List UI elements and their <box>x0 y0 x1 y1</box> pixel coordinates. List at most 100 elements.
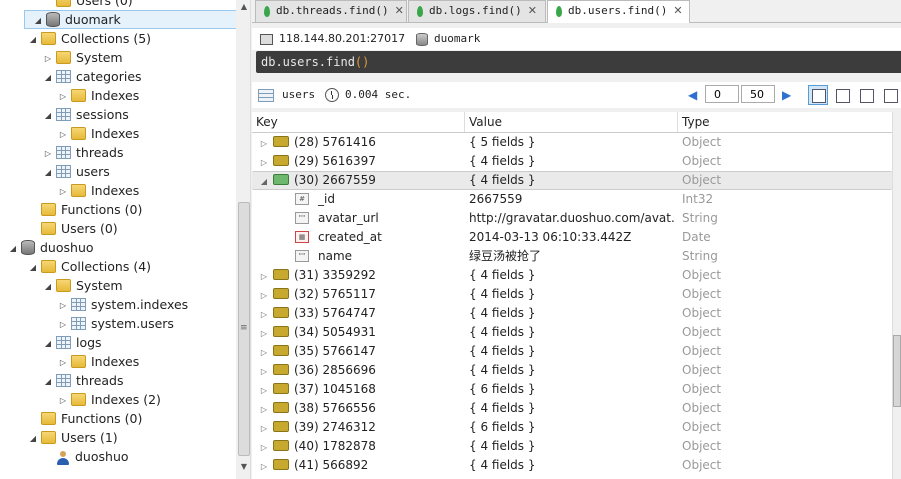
document-row[interactable]: ▷ (31) 3359292 { 4 fields } Object <box>252 266 892 285</box>
field-row[interactable]: "" name 绿豆汤被抢了 String <box>252 247 892 266</box>
document-row[interactable]: ▷ (35) 5766147 { 4 fields } Object <box>252 342 892 361</box>
expanded-arrow-icon[interactable]: ◢ <box>33 12 43 29</box>
skip-input[interactable] <box>705 85 739 103</box>
tree-item[interactable]: ▷ Indexes <box>0 352 236 372</box>
tree-item[interactable]: ◢ Collections (5) <box>0 29 236 49</box>
tree-item[interactable]: ◢ sessions <box>0 105 236 125</box>
document-row[interactable]: ▷ (40) 1782878 { 4 fields } Object <box>252 437 892 456</box>
collapsed-arrow-icon[interactable]: ▷ <box>259 305 269 324</box>
tree-item[interactable]: ▷ system.indexes <box>0 295 236 315</box>
collapsed-arrow-icon[interactable]: ▷ <box>58 87 68 106</box>
tab-logs-find[interactable]: db.logs.find() ✕ <box>408 0 546 22</box>
expanded-arrow-icon[interactable]: ◢ <box>43 106 53 125</box>
query-editor[interactable]: db.users.find() <box>256 51 901 73</box>
tree-item[interactable]: ▷ threads <box>0 143 236 163</box>
tree-item[interactable]: ◢ System <box>0 276 236 296</box>
tree-item[interactable]: ◢ categories <box>0 67 236 87</box>
collapsed-arrow-icon[interactable]: ▷ <box>58 391 68 410</box>
expanded-arrow-icon[interactable]: ◢ <box>43 372 53 391</box>
collapsed-arrow-icon[interactable]: ▷ <box>58 182 68 201</box>
document-row[interactable]: ▷ (41) 566892 { 4 fields } Object <box>252 456 892 475</box>
collapsed-arrow-icon[interactable]: ▷ <box>259 362 269 381</box>
expanded-arrow-icon[interactable]: ◢ <box>43 334 53 353</box>
document-row[interactable]: ▷ (34) 5054931 { 4 fields } Object <box>252 323 892 342</box>
tree-item[interactable]: ▷ system.users <box>0 314 236 334</box>
document-row[interactable]: ▷ (32) 5765117 { 4 fields } Object <box>252 285 892 304</box>
field-row[interactable]: "" avatar_url http://gravatar.duoshuo.com/… <box>252 209 892 228</box>
custom-view-button[interactable] <box>880 85 900 105</box>
scroll-down-arrow-icon[interactable]: ▼ <box>238 462 250 471</box>
collapsed-arrow-icon[interactable]: ▷ <box>58 125 68 144</box>
scroll-up-arrow-icon[interactable]: ▲ <box>238 2 250 11</box>
table-view-button[interactable] <box>832 85 852 105</box>
tree-view-button[interactable] <box>808 85 828 105</box>
close-icon[interactable]: ✕ <box>528 1 537 21</box>
field-row[interactable]: ▦ created_at 2014-03-13 06:10:33.442Z Date <box>252 228 892 247</box>
collapsed-arrow-icon[interactable]: ▷ <box>58 296 68 315</box>
collapsed-arrow-icon[interactable]: ▷ <box>58 353 68 372</box>
tree-item[interactable]: Users (0) <box>0 0 236 10</box>
collapsed-arrow-icon[interactable]: ▷ <box>43 144 53 163</box>
expanded-arrow-icon[interactable]: ◢ <box>259 173 269 190</box>
tree-item[interactable]: ◢ duomark <box>24 10 236 29</box>
collapsed-arrow-icon[interactable]: ▷ <box>259 381 269 400</box>
results-grid[interactable]: Key Value Type ▷ (28) 5761416 { 5 fields }… <box>252 112 892 479</box>
collapsed-arrow-icon[interactable]: ▷ <box>259 324 269 343</box>
tree-item[interactable]: ◢ users <box>0 162 236 182</box>
tab-threads-find[interactable]: db.threads.find() ✕ <box>255 0 407 22</box>
collapsed-arrow-icon[interactable]: ▷ <box>58 315 68 334</box>
expanded-arrow-icon[interactable]: ◢ <box>43 277 53 296</box>
close-icon[interactable]: ✕ <box>395 1 404 21</box>
tree-item[interactable]: ◢ Users (1) <box>0 428 236 448</box>
document-row[interactable]: ▷ (28) 5761416 { 5 fields } Object <box>252 133 892 152</box>
tree-item[interactable]: ▷ Indexes <box>0 86 236 106</box>
tree-item[interactable]: ◢ Collections (4) <box>0 257 236 277</box>
document-row[interactable]: ▷ (29) 5616397 { 4 fields } Object <box>252 152 892 171</box>
previous-page-icon[interactable]: ◀ <box>688 88 697 102</box>
grid-scrollbar-track[interactable] <box>892 112 901 479</box>
tab-users-find[interactable]: db.users.find() ✕ <box>547 0 690 23</box>
collapsed-arrow-icon[interactable]: ▷ <box>259 419 269 438</box>
collapsed-arrow-icon[interactable]: ▷ <box>259 267 269 286</box>
document-row[interactable]: ▷ (38) 5766556 { 4 fields } Object <box>252 399 892 418</box>
expanded-arrow-icon[interactable]: ◢ <box>28 30 38 49</box>
field-row[interactable]: # _id 2667559 Int32 <box>252 190 892 209</box>
collapsed-arrow-icon[interactable]: ▷ <box>259 153 269 172</box>
grid-scrollbar-thumb[interactable] <box>893 335 901 407</box>
document-row[interactable]: ▷ (36) 2856696 { 4 fields } Object <box>252 361 892 380</box>
limit-input[interactable] <box>741 85 775 103</box>
tree-item[interactable]: Functions (0) <box>0 200 236 219</box>
column-header-value[interactable]: Value <box>465 112 678 132</box>
document-row[interactable]: ▷ (33) 5764747 { 4 fields } Object <box>252 304 892 323</box>
collapsed-arrow-icon[interactable]: ▷ <box>259 457 269 476</box>
expanded-arrow-icon[interactable]: ◢ <box>43 163 53 182</box>
expanded-arrow-icon[interactable]: ◢ <box>8 239 18 258</box>
tree-item[interactable]: ◢ duoshuo <box>0 238 236 258</box>
close-icon[interactable]: ✕ <box>673 1 682 21</box>
tree-item[interactable]: ▷ Indexes <box>0 181 236 201</box>
collapsed-arrow-icon[interactable]: ▷ <box>43 49 53 68</box>
expanded-arrow-icon[interactable]: ◢ <box>28 258 38 277</box>
tree-item[interactable]: ▷ Indexes (2) <box>0 390 236 410</box>
document-row[interactable]: ▷ (37) 1045168 { 6 fields } Object <box>252 380 892 399</box>
tree-item[interactable]: Functions (0) <box>0 409 236 428</box>
column-header-key[interactable]: Key <box>252 112 465 132</box>
tree-item[interactable]: duoshuo <box>0 447 236 466</box>
collapsed-arrow-icon[interactable]: ▷ <box>259 343 269 362</box>
tree-item[interactable]: ▷ Indexes <box>0 124 236 144</box>
collapsed-arrow-icon[interactable]: ▷ <box>259 286 269 305</box>
database-tree[interactable]: Users (0) ◢ duomark ◢ Collections (5) ▷ System… <box>0 0 237 479</box>
column-header-type[interactable]: Type <box>678 112 892 132</box>
collapsed-arrow-icon[interactable]: ▷ <box>259 400 269 419</box>
tree-item[interactable]: ▷ System <box>0 48 236 68</box>
tree-item[interactable]: Users (0) <box>0 219 236 238</box>
next-page-icon[interactable]: ▶ <box>782 88 791 102</box>
expanded-arrow-icon[interactable]: ◢ <box>28 429 38 448</box>
tree-item[interactable]: ◢ logs <box>0 333 236 353</box>
document-row[interactable]: ◢ (30) 2667559 { 4 fields } Object <box>252 171 892 190</box>
text-view-button[interactable] <box>856 85 876 105</box>
expanded-arrow-icon[interactable]: ◢ <box>43 68 53 87</box>
collapsed-arrow-icon[interactable]: ▷ <box>259 134 269 153</box>
collapsed-arrow-icon[interactable]: ▷ <box>259 438 269 457</box>
document-row[interactable]: ▷ (39) 2746312 { 6 fields } Object <box>252 418 892 437</box>
